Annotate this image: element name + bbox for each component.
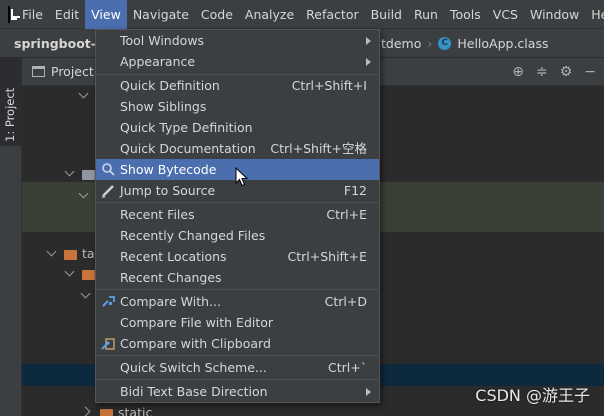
menu-item-recent-files[interactable]: Recent Files Ctrl+E <box>96 204 379 225</box>
menu-separator <box>97 202 378 203</box>
menu-item-shortcut: Ctrl+Shift+空格 <box>270 141 367 156</box>
menu-item-quick-documentation[interactable]: Quick Documentation Ctrl+Shift+空格 <box>96 138 379 159</box>
project-panel-title[interactable]: Project <box>51 64 94 79</box>
menu-item-quick-definition[interactable]: Quick Definition Ctrl+Shift+I <box>96 75 379 96</box>
menu-item-appearance[interactable]: Appearance <box>96 51 379 72</box>
breadcrumb-file[interactable]: HelloApp.class <box>457 36 548 51</box>
menu-item-compare-with[interactable]: Compare With... Ctrl+D <box>96 291 379 312</box>
compare-icon <box>101 294 116 309</box>
menu-refactor[interactable]: Refactor <box>300 0 364 29</box>
menu-item-shortcut: Ctrl+Shift+E <box>287 249 368 264</box>
breadcrumb: tdemo › C HelloApp.class <box>381 29 548 58</box>
project-panel-icon <box>32 66 45 77</box>
folder-icon <box>64 250 77 260</box>
menu-item-label: Recently Changed Files <box>120 228 266 243</box>
tree-collapsed-icon[interactable] <box>80 406 91 416</box>
menu-item-label: Appearance <box>120 54 196 69</box>
menu-help[interactable]: Help <box>585 0 604 29</box>
menu-item-label: Compare with Clipboard <box>120 336 271 351</box>
menu-item-label: Show Siblings <box>120 99 207 114</box>
menu-build[interactable]: Build <box>365 0 408 29</box>
menu-tools[interactable]: Tools <box>444 0 487 29</box>
menu-item-label: Quick Definition <box>120 78 220 93</box>
tree-expand-icon[interactable] <box>80 288 91 299</box>
watermark: CSDN @游王子 <box>475 386 590 405</box>
menu-code[interactable]: Code <box>195 0 239 29</box>
menu-item-tool-windows[interactable]: Tool Windows <box>96 30 379 51</box>
menu-item-label: Quick Documentation <box>120 141 256 156</box>
breadcrumb-package[interactable]: tdemo <box>381 36 421 51</box>
tree-expand-icon[interactable] <box>64 266 75 277</box>
gear-icon[interactable]: ⚙ <box>560 64 573 80</box>
tree-expand-icon[interactable] <box>64 166 75 177</box>
tree-expand-icon[interactable] <box>46 246 57 257</box>
view-menu-dropdown: Tool Windows Appearance Quick Definition… <box>95 29 380 403</box>
folder-icon <box>82 270 95 280</box>
menu-item-quick-type-definition[interactable]: Quick Type Definition <box>96 117 379 138</box>
mouse-cursor-icon <box>235 167 249 187</box>
folder-icon <box>82 170 95 180</box>
project-tool-tab[interactable]: 1: Project <box>0 58 22 146</box>
menu-view[interactable]: View <box>85 0 127 29</box>
menu-separator <box>97 289 378 290</box>
menu-item-label: Quick Type Definition <box>120 120 253 135</box>
menu-item-label: Compare File with Editor <box>120 315 274 330</box>
menu-file[interactable]: File <box>16 0 49 29</box>
menu-item-shortcut: Ctrl+E <box>326 207 367 222</box>
panel-toolbar: ⊕ ≑ ⚙ − <box>512 58 596 86</box>
menu-item-label: Compare With... <box>120 294 221 309</box>
menu-item-label: Show Bytecode <box>120 162 217 177</box>
menu-item-quick-switch-scheme[interactable]: Quick Switch Scheme... Ctrl+` <box>96 357 379 378</box>
menu-item-label: Tool Windows <box>120 33 205 48</box>
menu-navigate[interactable]: Navigate <box>127 0 195 29</box>
tree-expand-icon[interactable] <box>78 88 89 99</box>
menu-item-label: Bidi Text Base Direction <box>120 384 268 399</box>
tree-item-label: static <box>118 405 153 416</box>
menu-edit[interactable]: Edit <box>49 0 85 29</box>
left-tool-strip: 1: Project <box>0 58 22 416</box>
menu-separator <box>97 379 378 380</box>
menu-item-shortcut: Ctrl+D <box>324 294 367 309</box>
menu-item-label: Recent Files <box>120 207 195 222</box>
tree-item-label: ta <box>82 246 95 261</box>
menu-vcs[interactable]: VCS <box>487 0 524 29</box>
menu-item-label: Recent Locations <box>120 249 227 264</box>
menu-item-recent-changes[interactable]: Recent Changes <box>96 267 379 288</box>
menu-item-label: Jump to Source <box>120 183 216 198</box>
hide-minus-icon[interactable]: − <box>584 64 596 80</box>
class-icon: C <box>438 37 452 50</box>
menu-item-shortcut: Ctrl+` <box>328 360 367 375</box>
submenu-arrow-icon <box>366 58 371 66</box>
menu-window[interactable]: Window <box>524 0 585 29</box>
bytecode-search-icon <box>101 162 116 177</box>
folder-icon <box>100 409 113 416</box>
submenu-arrow-icon <box>366 388 371 396</box>
intellij-logo-icon <box>8 5 20 23</box>
menu-item-recent-locations[interactable]: Recent Locations Ctrl+Shift+E <box>96 246 379 267</box>
menu-run[interactable]: Run <box>408 0 444 29</box>
menu-item-shortcut: F12 <box>343 183 367 198</box>
locate-target-icon[interactable]: ⊕ <box>512 64 524 80</box>
project-tool-tab-label: 1: Project <box>3 87 17 142</box>
collapse-all-icon[interactable]: ≑ <box>536 64 548 80</box>
menu-item-bidi-text-base-direction[interactable]: Bidi Text Base Direction <box>96 381 379 402</box>
chevron-right-icon: › <box>427 36 433 51</box>
menu-analyze[interactable]: Analyze <box>239 0 300 29</box>
clipboard-compare-icon <box>101 336 116 351</box>
menu-item-label: Quick Switch Scheme... <box>120 360 267 375</box>
menu-item-compare-file-with-editor[interactable]: Compare File with Editor <box>96 312 379 333</box>
menu-item-compare-with-clipboard[interactable]: Compare with Clipboard <box>96 333 379 354</box>
edit-pencil-icon <box>101 183 116 198</box>
submenu-arrow-icon <box>366 37 371 45</box>
menu-item-show-siblings[interactable]: Show Siblings <box>96 96 379 117</box>
menu-item-shortcut: Ctrl+Shift+I <box>291 78 367 93</box>
menu-separator <box>97 355 378 356</box>
menu-item-recently-changed-files[interactable]: Recently Changed Files <box>96 225 379 246</box>
menu-item-label: Recent Changes <box>120 270 222 285</box>
menu-bar: File Edit View Navigate Code Analyze Ref… <box>0 0 604 29</box>
